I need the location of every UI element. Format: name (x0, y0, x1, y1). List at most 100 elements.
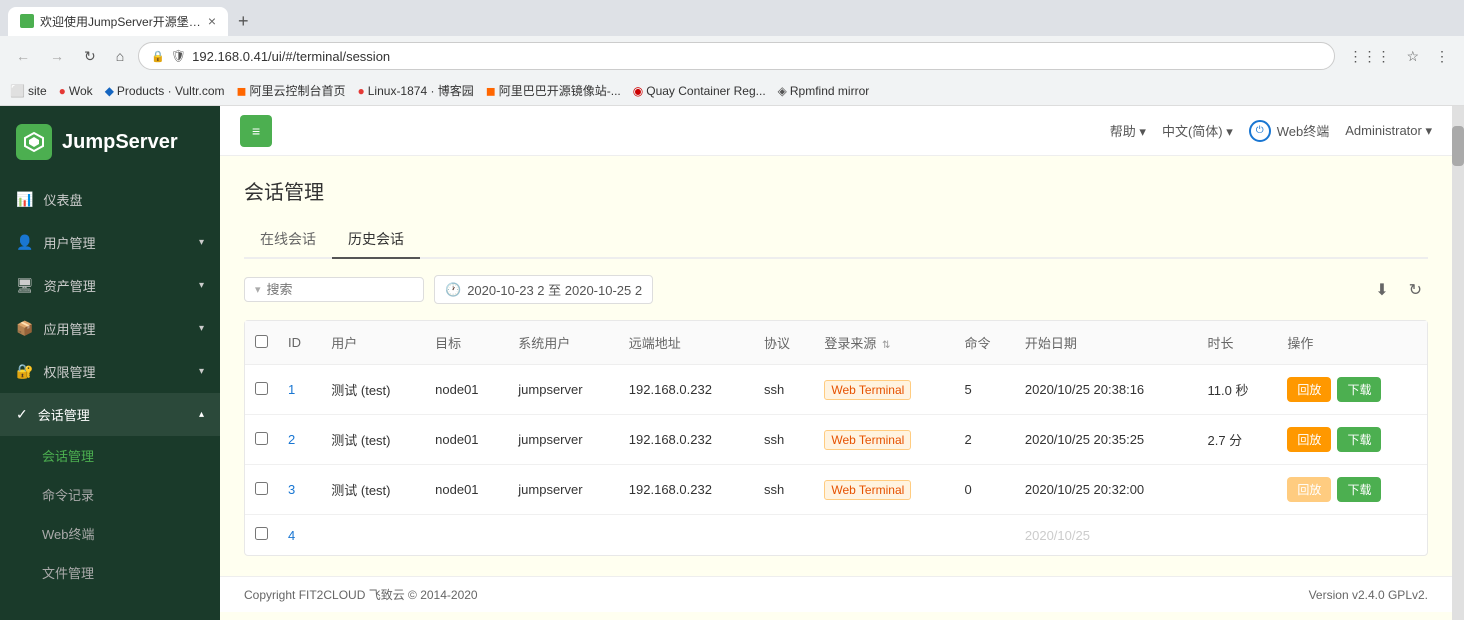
download-button[interactable]: 下载 (1337, 427, 1381, 452)
sidebar-item-permissions[interactable]: 🔐 权限管理 ▾ (0, 350, 220, 393)
row-checkbox[interactable] (255, 432, 268, 445)
copyright-text: Copyright FIT2CLOUD 飞致云 © 2014-2020 (244, 586, 478, 603)
sidebar-sub-file-mgmt[interactable]: 文件管理 (0, 553, 220, 592)
sidebar-item-apps[interactable]: 📦 应用管理 ▾ (0, 307, 220, 350)
download-button[interactable]: 下载 (1337, 477, 1381, 502)
playback-button[interactable]: 回放 (1287, 377, 1331, 402)
back-button[interactable]: ← (10, 44, 36, 68)
content-header: ≡ 帮助 ▾ 中文(简体) ▾ ⏻ Web终端 Administrator ▾ (220, 106, 1452, 156)
bookmark-label: Products · Vultr.com (117, 84, 225, 98)
tab-close-button[interactable]: × (208, 13, 216, 29)
bookmark-products[interactable]: ◆ Products · Vultr.com (105, 84, 225, 98)
sidebar-item-label: 应用管理 (43, 319, 199, 338)
session-target: node01 (425, 415, 508, 465)
toolbar-right: ⬇ ↻ (1369, 276, 1428, 304)
sub-item-label: 会话管理 (42, 446, 94, 465)
permissions-icon: 🔐 (16, 363, 33, 380)
session-remote-addr: 192.168.0.232 (619, 465, 754, 515)
session-id-link[interactable]: 4 (288, 528, 295, 543)
footer: Copyright FIT2CLOUD 飞致云 © 2014-2020 Vers… (220, 576, 1452, 612)
sidebar-sub-web-terminal[interactable]: Web终端 (0, 514, 220, 553)
session-id-link[interactable]: 2 (288, 432, 295, 447)
bookmark-label: Wok (69, 84, 93, 98)
reload-button[interactable]: ↻ (78, 44, 102, 69)
row-checkbox[interactable] (255, 482, 268, 495)
tab-online-sessions[interactable]: 在线会话 (244, 221, 332, 259)
tab-title: 欢迎使用JumpServer开源堡垒... (40, 13, 202, 30)
session-target (425, 515, 508, 556)
sidebar-item-label: 权限管理 (43, 362, 199, 381)
chevron-down-icon: ▾ (199, 237, 204, 248)
row-checkbox[interactable] (255, 527, 268, 540)
bookmark-site[interactable]: ⬜ site (10, 84, 47, 98)
terminal-label: Web终端 (1277, 121, 1330, 140)
session-protocol (754, 515, 814, 556)
bookmark-label: 阿里巴巴开源镜像站-... (499, 82, 621, 99)
refresh-button[interactable]: ↻ (1403, 276, 1428, 304)
address-bar[interactable]: 🔒 🛡 192.168.0.41/ui/#/terminal/session (138, 42, 1335, 70)
sessions-icon: ✓ (16, 406, 28, 423)
browser-tab[interactable]: 欢迎使用JumpServer开源堡垒... × (8, 7, 228, 36)
session-command: 0 (955, 465, 1015, 515)
bookmark-star-button[interactable]: ☆ (1401, 45, 1424, 68)
chevron-down-icon: ▾ (199, 280, 204, 291)
select-all-checkbox[interactable] (255, 335, 268, 348)
bookmark-wok[interactable]: ● Wok (59, 84, 93, 98)
search-input[interactable] (267, 282, 407, 297)
tab-history-sessions[interactable]: 历史会话 (332, 221, 420, 259)
session-protocol: ssh (754, 365, 814, 415)
new-tab-button[interactable]: + (232, 11, 255, 32)
sidebar-sub-session-mgmt[interactable]: 会话管理 (0, 436, 220, 475)
logo-text: JumpServer (62, 131, 178, 154)
session-id-link[interactable]: 1 (288, 382, 295, 397)
more-button[interactable]: ⋮ (1430, 45, 1454, 68)
bookmark-rpmfind[interactable]: ◈ Rpmfind mirror (778, 84, 870, 98)
sidebar-item-assets[interactable]: 🖥 资产管理 ▾ (0, 264, 220, 307)
scrollbar[interactable] (1452, 106, 1464, 620)
sidebar-sub-cmd-log[interactable]: 命令记录 (0, 475, 220, 514)
download-button[interactable]: 下载 (1337, 377, 1381, 402)
session-sys-user: jumpserver (508, 415, 619, 465)
bookmark-linux[interactable]: ● Linux-1874 · 博客园 (358, 82, 474, 99)
sidebar-item-users[interactable]: 👤 用户管理 ▾ (0, 221, 220, 264)
col-command: 命令 (955, 321, 1015, 365)
web-terminal-link[interactable]: ⏻ Web终端 (1249, 120, 1330, 142)
main-content: ≡ 帮助 ▾ 中文(简体) ▾ ⏻ Web终端 Administrator ▾ (220, 106, 1452, 620)
date-range-picker[interactable]: 🕐 2020-10-23 2 至 2020-10-25 2 (434, 275, 653, 304)
help-link[interactable]: 帮助 ▾ (1110, 121, 1146, 140)
session-actions: 回放下载 (1277, 365, 1427, 415)
session-command (955, 515, 1015, 556)
session-id-link[interactable]: 3 (288, 482, 295, 497)
session-duration: 11.0 秒 (1198, 365, 1278, 415)
table-row: 2 测试 (test) node01 jumpserver 192.168.0.… (245, 415, 1427, 465)
chevron-down-icon: ▾ (1425, 123, 1432, 138)
bookmark-aliyun[interactable]: ◼ 阿里云控制台首页 (237, 82, 346, 99)
bookmark-alibaba[interactable]: ◼ 阿里巴巴开源镜像站-... (486, 82, 621, 99)
linux-icon: ● (358, 84, 365, 98)
home-button[interactable]: ⌂ (110, 44, 130, 68)
language-selector[interactable]: 中文(简体) ▾ (1162, 121, 1233, 140)
forward-button[interactable]: → (44, 44, 70, 68)
session-login-source: Web Terminal (814, 465, 954, 515)
playback-button[interactable]: 回放 (1287, 427, 1331, 452)
session-user (321, 515, 425, 556)
session-user: 测试 (test) (321, 415, 425, 465)
sidebar-item-sessions[interactable]: ✓ 会话管理 ▴ (0, 393, 220, 436)
sub-item-label: Web终端 (42, 524, 95, 543)
user-menu[interactable]: Administrator ▾ (1345, 123, 1432, 139)
scrollbar-thumb[interactable] (1452, 126, 1464, 166)
session-command: 2 (955, 415, 1015, 465)
page-title: 会话管理 (244, 176, 1428, 205)
sidebar-item-dashboard[interactable]: 📊 仪表盘 (0, 178, 220, 221)
terminal-icon: ⏻ (1249, 120, 1271, 142)
chevron-down-icon: ▾ (255, 283, 261, 296)
menu-toggle-button[interactable]: ≡ (240, 115, 272, 147)
session-start-date: 2020/10/25 20:35:25 (1015, 415, 1198, 465)
dashboard-icon: 📊 (16, 191, 33, 208)
bookmark-quay[interactable]: ◉ Quay Container Reg... (633, 84, 766, 98)
session-duration (1198, 515, 1278, 556)
row-checkbox[interactable] (255, 382, 268, 395)
download-button[interactable]: ⬇ (1369, 276, 1394, 304)
extensions-button[interactable]: ⋮⋮⋮ (1343, 45, 1395, 68)
session-duration: 2.7 分 (1198, 415, 1278, 465)
